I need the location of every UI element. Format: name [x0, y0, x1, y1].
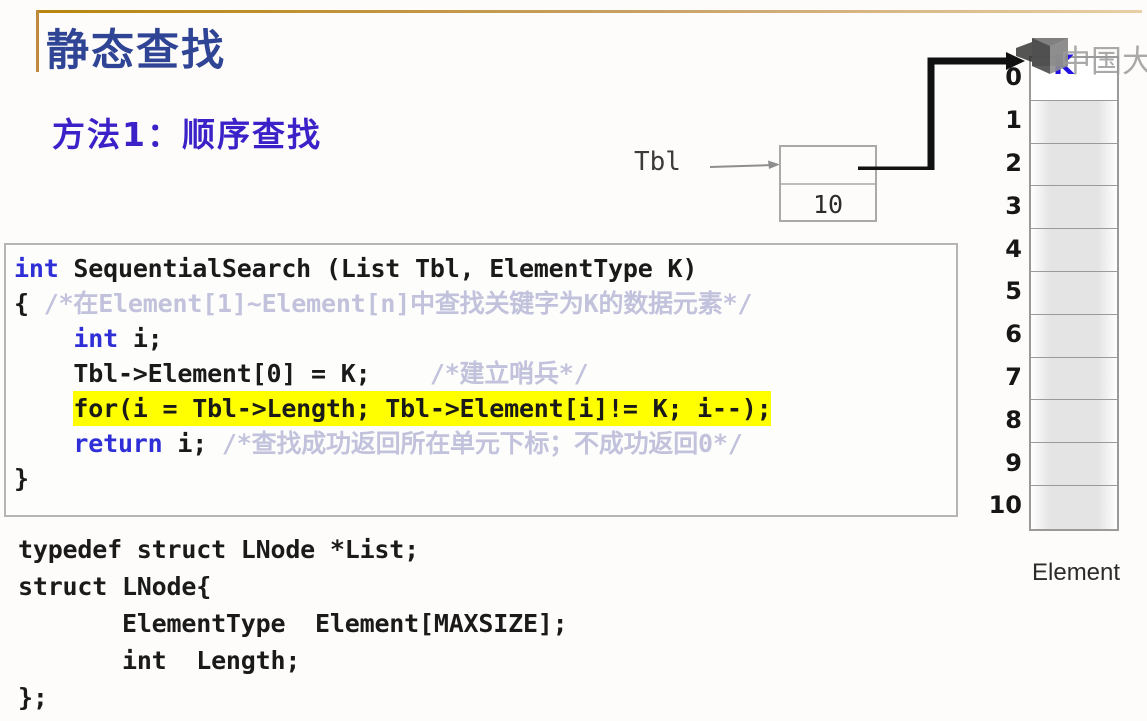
code-block: int SequentialSearch (List Tbl, ElementT… — [4, 243, 958, 517]
typedef-block: typedef struct LNode *List; struct LNode… — [18, 531, 568, 716]
element-cell — [1031, 229, 1117, 272]
index-label: 2 — [1005, 148, 1022, 177]
code-text: { — [14, 289, 44, 318]
index-label: 1 — [1005, 106, 1022, 135]
code-line-close-brace: } — [14, 464, 29, 493]
index-label: 4 — [1005, 234, 1022, 263]
element-cell — [1031, 58, 1117, 101]
code-comment: /*查找成功返回所在单元下标；不成功返回0*/ — [221, 429, 743, 458]
code-keyword: int — [14, 254, 59, 283]
title-left-bar — [36, 10, 39, 72]
highlighted-code: for(i = Tbl->Length; Tbl->Element[i]!= K… — [73, 391, 772, 426]
code-line-signature: int SequentialSearch (List Tbl, ElementT… — [14, 251, 956, 286]
slide-subtitle: 方法1：顺序查找 — [52, 115, 322, 154]
element-array-caption: Element — [1032, 559, 1121, 586]
typedef-line-4: int Length; — [18, 642, 568, 679]
element-cell — [1031, 314, 1117, 358]
typedef-line-4-text: int Length; — [121, 646, 301, 675]
typedef-line-2: struct LNode{ — [18, 572, 212, 601]
typedef-line-3: ElementType Element[MAXSIZE]; — [18, 605, 568, 642]
page-title: 静态查找 — [46, 26, 226, 76]
element-cell — [1031, 357, 1117, 401]
typedef-line-1: typedef struct LNode *List; — [18, 535, 419, 564]
element-cell — [1031, 271, 1117, 315]
code-line-return: return i; /*查找成功返回所在单元下标；不成功返回0*/ — [14, 426, 956, 461]
element-cell — [1031, 443, 1117, 486]
tbl-pointer-label: Tbl — [634, 147, 681, 177]
code-line-sentinel: Tbl->Element[0] = K; /*建立哨兵*/ — [14, 356, 956, 391]
index-label: 10 — [988, 491, 1022, 520]
sentinel-key-value: K — [1053, 50, 1074, 81]
code-line-for-loop: for(i = Tbl->Length; Tbl->Element[i]!= K… — [14, 391, 956, 426]
tbl-length-cell: 10 — [812, 190, 844, 219]
element-array-table — [1029, 56, 1119, 531]
index-label: 8 — [1005, 405, 1022, 434]
index-label: 7 — [1005, 362, 1022, 391]
code-line-open-brace: { /*在Element[1]~Element[n]中查找关键字为K的数据元素*… — [14, 286, 956, 321]
code-comment: /*建立哨兵*/ — [429, 359, 589, 388]
code-comment: /*在Element[1]~Element[n]中查找关键字为K的数据元素*/ — [43, 289, 753, 318]
code-line-declaration: int i; — [14, 321, 956, 356]
index-label: 6 — [1005, 320, 1022, 349]
element-cell — [1031, 100, 1117, 144]
index-label: 5 — [1005, 277, 1022, 306]
code-text: i; — [117, 324, 163, 353]
code-keyword: return — [73, 429, 163, 458]
code-text: Tbl->Element[0] = K; — [73, 359, 371, 388]
thin-arrow-icon — [710, 160, 780, 169]
slide-canvas: 静态查找 方法1：顺序查找 Tbl 10 0 1 2 3 4 5 6 7 8 9… — [0, 0, 1147, 721]
index-label: 9 — [1005, 448, 1022, 477]
element-cell — [1031, 485, 1117, 529]
typedef-line-5: }; — [18, 683, 48, 712]
index-label: 3 — [1005, 191, 1022, 220]
element-cell — [1031, 186, 1117, 230]
title-top-rule — [36, 10, 1142, 13]
code-text: SequentialSearch (List Tbl, ElementType … — [58, 254, 698, 283]
code-keyword: int — [73, 324, 118, 353]
element-cell — [1031, 143, 1117, 187]
element-cell — [1031, 400, 1117, 444]
index-label: 0 — [1005, 63, 1022, 92]
typedef-line-3-text: ElementType Element[MAXSIZE]; — [121, 609, 568, 638]
element-index-column: 0 1 2 3 4 5 6 7 8 9 10 — [978, 56, 1022, 527]
code-text: i; — [162, 429, 222, 458]
